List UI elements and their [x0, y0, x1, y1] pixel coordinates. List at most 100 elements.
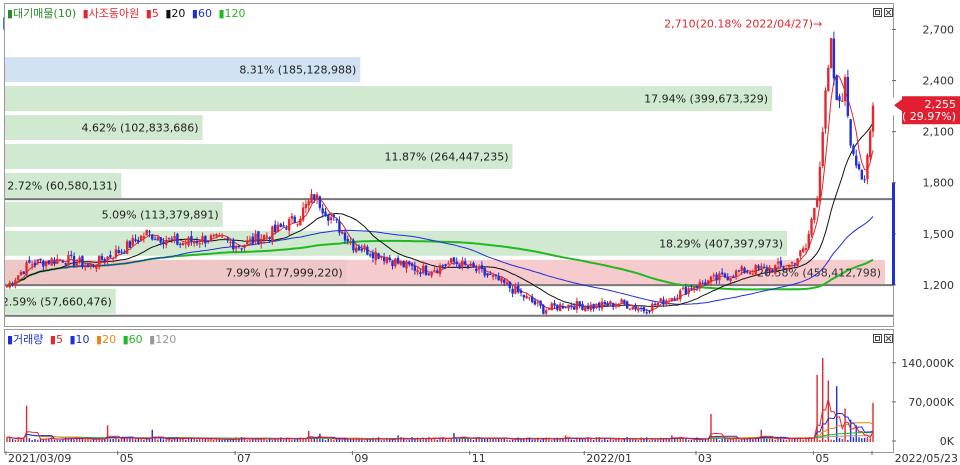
volume-bar	[249, 439, 251, 442]
volume-bar	[497, 438, 500, 442]
volume-bar	[87, 438, 89, 442]
volume-bar	[402, 439, 405, 442]
candle	[436, 270, 439, 273]
volume-bar	[341, 439, 343, 442]
candle	[125, 241, 129, 254]
legend-ma120[interactable]: ▮120	[218, 7, 245, 20]
volume-bar	[830, 439, 832, 442]
volume-bar	[363, 440, 366, 442]
legend-volume-profile[interactable]: ▮대기매물(10)	[7, 7, 76, 20]
legend-stock[interactable]: ▮사조동아원	[83, 7, 140, 20]
candle	[408, 261, 411, 265]
candle	[740, 266, 743, 272]
legend-vol-ma5[interactable]: ▮5	[50, 333, 63, 346]
candle	[315, 194, 319, 199]
volume-bar	[375, 439, 377, 442]
candle	[226, 238, 229, 241]
volume-bar	[112, 439, 114, 442]
candle	[377, 253, 380, 260]
volume-bar	[483, 438, 486, 442]
legend-vol-ma120[interactable]: ▮120	[149, 333, 176, 346]
volume-profile-label: 7.99% (177,999,220)	[226, 266, 343, 279]
candle	[838, 96, 841, 101]
candle	[452, 257, 456, 262]
maximize-icon[interactable]	[873, 8, 882, 17]
candle	[438, 265, 442, 274]
candle	[595, 303, 598, 308]
volume-bar	[185, 439, 187, 442]
candle	[243, 245, 246, 248]
price-chart[interactable]: 2.59% (57,660,476) 7.99% (177,999,220) 18.…	[5, 4, 893, 326]
volume-bar	[118, 439, 120, 442]
volume-bar	[213, 440, 215, 442]
candle	[181, 242, 185, 245]
candle	[463, 261, 467, 265]
candle	[47, 260, 51, 264]
volume-bar	[162, 439, 165, 442]
volume-bar	[718, 440, 721, 442]
candle	[827, 67, 830, 91]
volume-bar	[863, 437, 866, 442]
candle	[53, 259, 56, 264]
legend-ma5[interactable]: ▮5	[146, 7, 159, 20]
volume-bar	[699, 440, 701, 442]
volume-bar	[534, 439, 536, 442]
volume-maximize-icon[interactable]	[873, 334, 882, 343]
volume-bar	[444, 438, 447, 442]
candle	[871, 105, 875, 132]
volume-bar	[581, 439, 584, 442]
candle	[279, 223, 282, 227]
volume-bar	[405, 440, 408, 442]
candle	[447, 263, 450, 265]
candle	[396, 257, 400, 264]
candle	[732, 276, 735, 278]
volume-bar	[53, 439, 56, 442]
volume-bar	[450, 438, 452, 442]
volume-bar	[310, 438, 313, 442]
candle	[855, 155, 858, 166]
volume-bar	[347, 439, 349, 442]
candle	[530, 296, 534, 303]
high-annotation: 2,710(20.18% 2022/04/27)→	[664, 18, 822, 31]
volume-bar	[101, 439, 103, 442]
candle	[684, 287, 688, 295]
legend-vol-ma60[interactable]: ▮60	[123, 333, 143, 346]
candle	[536, 302, 539, 304]
candle	[16, 275, 20, 281]
volume-pane: ▮거래량 ▮5 ▮10 ▮20 ▮60 ▮120	[4, 329, 894, 453]
candle	[528, 297, 531, 299]
volume-bar	[20, 438, 22, 442]
candle	[628, 308, 632, 310]
volume-bar	[291, 439, 293, 442]
legend-vol-ma10[interactable]: ▮10	[69, 333, 89, 346]
candle	[720, 272, 724, 275]
candle	[357, 246, 361, 251]
volume-bar	[380, 440, 383, 442]
candle	[589, 304, 593, 310]
price-legend: ▮대기매물(10) ▮사조동아원 ▮5 ▮20 ▮60 ▮120	[7, 7, 249, 21]
legend-volume[interactable]: ▮거래량	[7, 333, 43, 346]
candle	[382, 257, 386, 262]
volume-bar	[676, 438, 679, 442]
candle	[251, 236, 255, 244]
legend-ma20[interactable]: ▮20	[165, 7, 185, 20]
vol-ma10-line	[6, 413, 874, 440]
volume-chart[interactable]	[5, 330, 893, 452]
candle	[832, 38, 836, 79]
candle	[841, 100, 844, 102]
candle	[614, 305, 618, 307]
legend-ma60[interactable]: ▮60	[192, 7, 212, 20]
candle	[285, 228, 288, 230]
candle	[472, 262, 475, 268]
candle	[776, 262, 780, 264]
volume-bar	[411, 437, 413, 442]
volume-bar	[570, 439, 572, 442]
candle	[522, 294, 526, 298]
volume-bar	[106, 425, 109, 442]
candle	[380, 256, 383, 258]
legend-vol-ma20[interactable]: ▮20	[96, 333, 116, 346]
candle	[335, 219, 338, 221]
candle	[307, 200, 310, 206]
volume-bar	[506, 439, 508, 442]
x-axis: 2021/03/09 05 07 09 11 2022/01 03 05 2022/05/23	[5, 451, 958, 465]
